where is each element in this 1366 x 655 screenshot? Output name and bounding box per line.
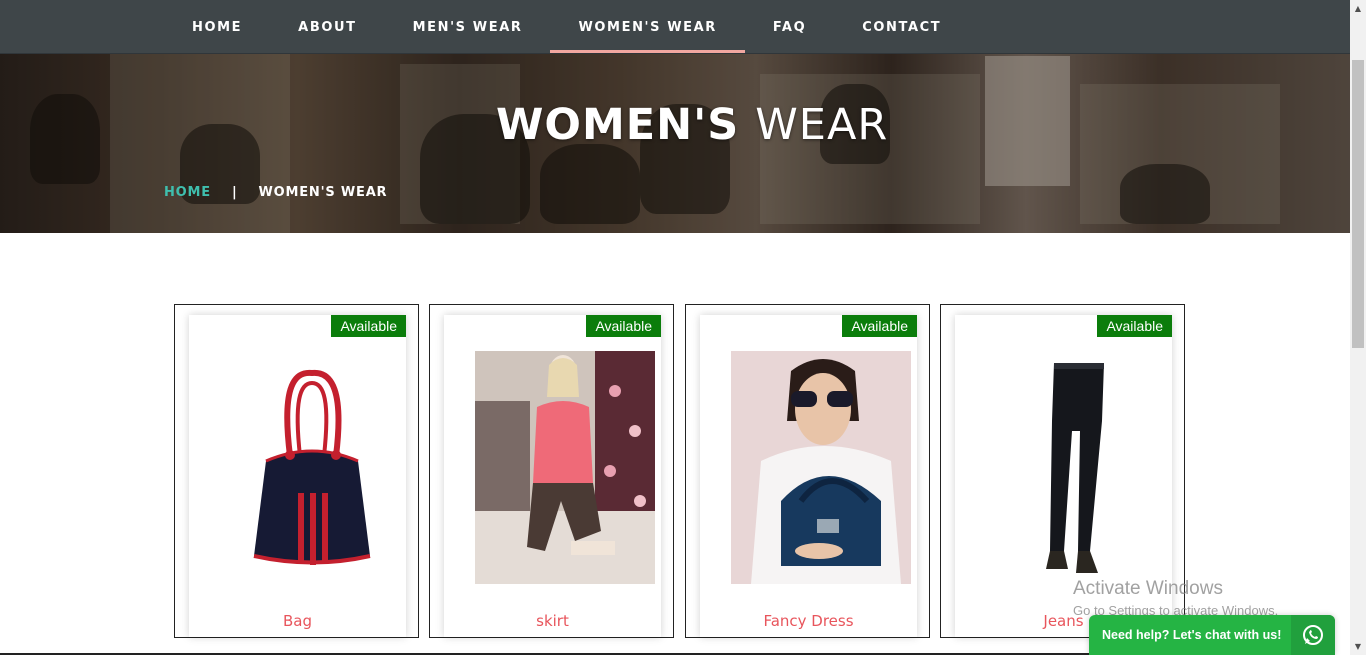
whatsapp-icon	[1291, 615, 1335, 655]
page-title-bold: WOMEN'S	[496, 100, 740, 150]
page-title: WOMEN'S WEAR	[496, 100, 888, 150]
woman-with-purse-image[interactable]	[731, 351, 911, 584]
product-card-inner: Available Bag	[189, 315, 406, 637]
nav-item-contact[interactable]: CONTACT	[834, 0, 969, 54]
product-name[interactable]: skirt	[444, 612, 661, 630]
scrollbar-thumb[interactable]	[1352, 60, 1364, 348]
product-name[interactable]: Fancy Dress	[700, 612, 917, 630]
availability-badge: Available	[1097, 315, 1172, 337]
product-name[interactable]: Bag	[189, 612, 406, 630]
availability-badge: Available	[586, 315, 661, 337]
breadcrumb-current: WOMEN'S WEAR	[258, 185, 388, 200]
breadcrumb-separator: |	[231, 185, 238, 200]
product-card[interactable]: Available skirt	[429, 304, 674, 638]
windows-activation-watermark: Activate Windows Go to Settings to activ…	[1073, 578, 1278, 618]
hero-banner: WOMEN'S WEAR HOME | WOMEN'S WEAR	[0, 54, 1350, 233]
watermark-title: Activate Windows	[1073, 578, 1223, 599]
mannequin-image[interactable]	[475, 351, 655, 584]
scroll-up-arrow-icon[interactable]: ▲	[1350, 0, 1366, 17]
breadcrumb: HOME | WOMEN'S WEAR	[164, 185, 387, 200]
nav-item-about[interactable]: ABOUT	[270, 0, 384, 54]
product-card-inner: Available Fancy Dress	[700, 315, 917, 637]
breadcrumb-home-link[interactable]: HOME	[164, 185, 211, 200]
availability-badge: Available	[842, 315, 917, 337]
nav-item-womens-wear[interactable]: WOMEN'S WEAR	[550, 0, 746, 54]
product-card[interactable]: Available Fancy Dress	[685, 304, 930, 638]
product-card[interactable]: Available Bag	[174, 304, 419, 638]
jeans-image[interactable]	[986, 351, 1166, 584]
nav-item-mens-wear[interactable]: MEN'S WEAR	[385, 0, 551, 54]
main-navigation: HOME ABOUT MEN'S WEAR WOMEN'S WEAR FAQ C…	[0, 0, 1350, 54]
chat-widget-button[interactable]: Need help? Let's chat with us!	[1089, 615, 1335, 655]
handbag-image[interactable]	[220, 351, 400, 584]
availability-badge: Available	[331, 315, 406, 337]
scroll-down-arrow-icon[interactable]: ▼	[1350, 638, 1366, 655]
nav-item-home[interactable]: HOME	[164, 0, 270, 54]
chat-widget-label: Need help? Let's chat with us!	[1102, 628, 1282, 642]
page-title-light: WEAR	[755, 100, 889, 150]
product-card-inner: Available skirt	[444, 315, 661, 637]
nav-menu: HOME ABOUT MEN'S WEAR WOMEN'S WEAR FAQ C…	[164, 0, 969, 54]
nav-item-faq[interactable]: FAQ	[745, 0, 834, 54]
